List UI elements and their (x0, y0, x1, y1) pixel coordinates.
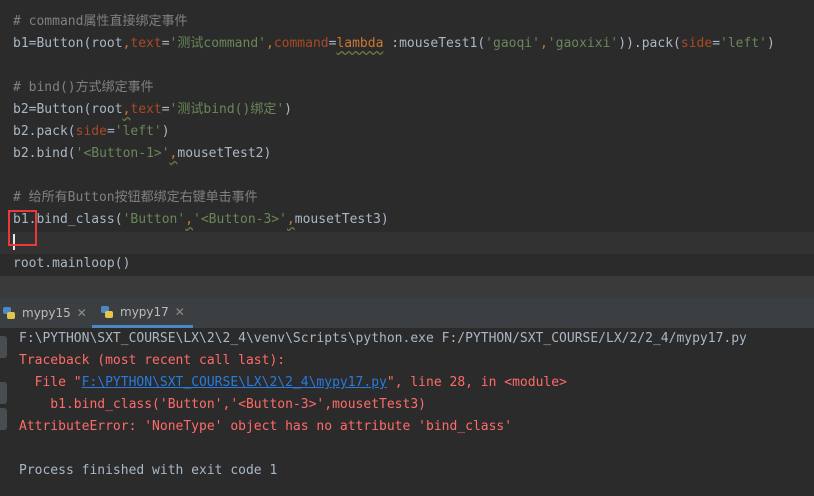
traceback-file-line: File "F:\PYTHON\SXT_COURSE\LX\2\2_4\mypy… (19, 375, 567, 390)
current-line-highlight (0, 232, 814, 254)
code-editor[interactable]: # command属性直接绑定事件 b1=Button(root,text='测… (0, 0, 814, 276)
traceback-code-line: b1.bind_class('Button','<Button-3>',mous… (19, 397, 426, 412)
close-icon[interactable]: ✕ (175, 305, 185, 319)
code-line-mainloop: root.mainloop() (13, 256, 131, 271)
code-comment-line: # bind()方式绑定事件 (13, 80, 154, 95)
error-message: AttributeError: 'NoneType' object has no… (19, 419, 513, 434)
code-comment-line: # 给所有Button按钮都绑定右键单击事件 (13, 190, 258, 205)
code-line-b2-button: b2=Button(root,text='测试bind()绑定') (13, 102, 292, 117)
python-icon (3, 307, 15, 319)
close-icon[interactable]: ✕ (77, 306, 87, 320)
code-line-b2-bind: b2.bind('<Button-1>',mousetTest2) (13, 146, 272, 161)
run-console-output[interactable]: F:\PYTHON\SXT_COURSE\LX\2\2_4\venv\Scrip… (0, 328, 814, 496)
rerun-button[interactable] (0, 336, 7, 358)
process-exit-line: Process finished with exit code 1 (19, 463, 278, 478)
console-toolbar-button[interactable] (0, 408, 7, 430)
traceback-header: Traceback (most recent call last): (19, 353, 286, 368)
console-command-line: F:\PYTHON\SXT_COURSE\LX\2\2_4\venv\Scrip… (19, 331, 747, 346)
code-line-bind-class: b1.bind_class('Button','<Button-3>',mous… (13, 212, 389, 227)
tab-label: mypy15 (22, 306, 71, 320)
tab-label: mypy17 (120, 304, 169, 319)
editor-bottom-bar (0, 276, 814, 298)
code-line-b1-button: b1=Button(root,text='测试command',command=… (13, 36, 775, 51)
tab-mypy15[interactable]: mypy15 ✕ (0, 298, 87, 328)
tab-mypy17[interactable]: mypy17 ✕ (92, 298, 193, 328)
file-link[interactable]: F:\PYTHON\SXT_COURSE\LX\2\2_4\mypy17.py (82, 375, 387, 390)
code-line-b2-pack: b2.pack(side='left') (13, 124, 170, 139)
highlight-box (8, 210, 37, 246)
python-icon (101, 305, 113, 318)
stop-button[interactable] (0, 382, 7, 404)
code-comment-line: # command属性直接绑定事件 (13, 14, 188, 29)
run-tab-bar: mypy15 ✕ mypy17 ✕ (0, 298, 814, 329)
